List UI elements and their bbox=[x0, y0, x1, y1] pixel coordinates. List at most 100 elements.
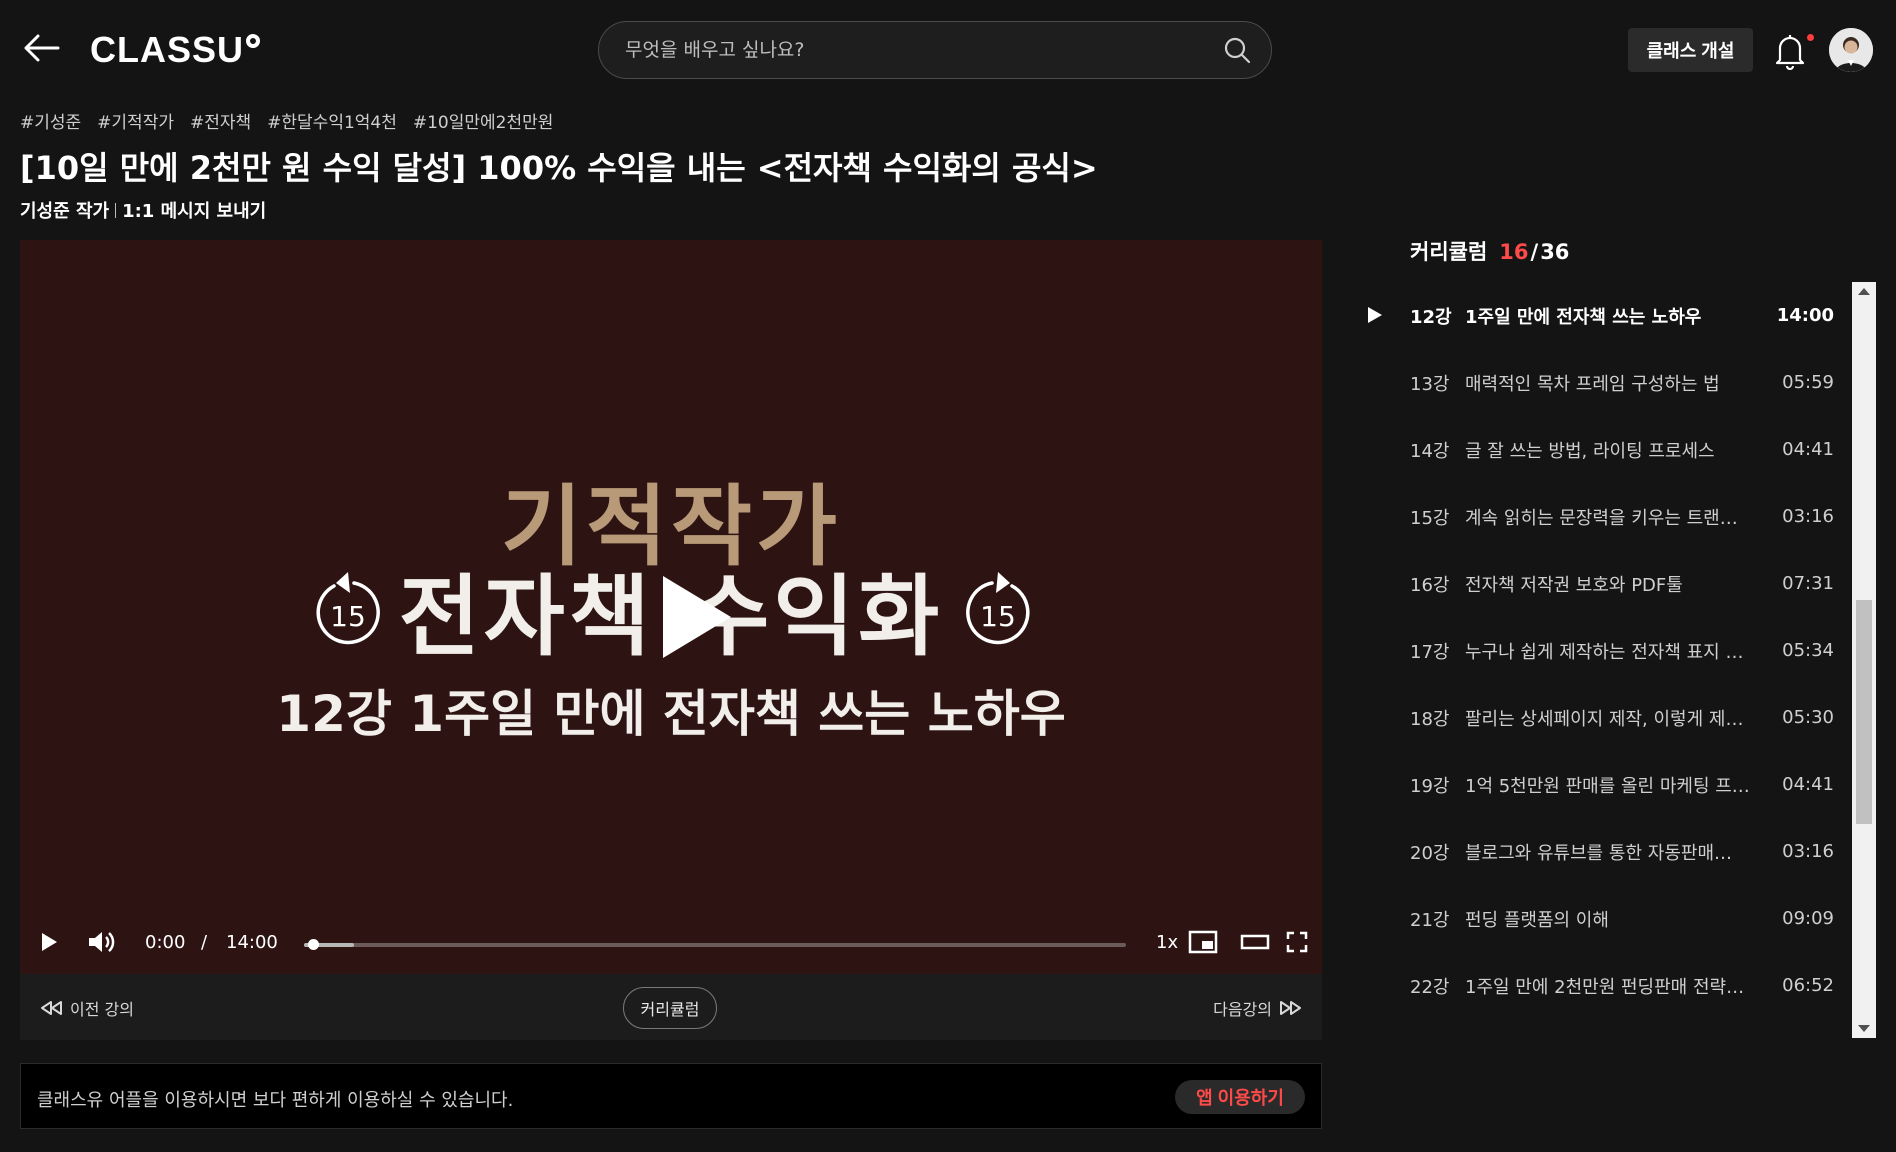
small-play-icon bbox=[42, 933, 57, 951]
user-avatar[interactable] bbox=[1829, 28, 1873, 72]
lecture-number: 12강 bbox=[1410, 306, 1452, 328]
next-lecture-button[interactable]: 다음강의 bbox=[1213, 996, 1302, 1020]
notification-dot bbox=[1807, 34, 1814, 41]
tag[interactable]: #기성준 bbox=[20, 108, 81, 133]
curriculum-current: 16 bbox=[1499, 240, 1529, 264]
lecture-number: 18강 bbox=[1410, 708, 1450, 730]
progress-knob[interactable] bbox=[308, 939, 319, 950]
prev-lecture-button[interactable]: 이전 강의 bbox=[40, 996, 134, 1020]
lecture-number: 13강 bbox=[1410, 373, 1450, 395]
time-separator: / bbox=[201, 932, 208, 953]
forward-seconds: 15 bbox=[980, 600, 1016, 633]
lecture-number: 21강 bbox=[1410, 909, 1450, 931]
lecture-title: 1주일 만에 전자책 쓰는 노하우 bbox=[1465, 306, 1702, 328]
course-tags: #기성준 #기적작가 #전자책 #한달수익1억4천 #10일만에2천만원 bbox=[20, 108, 553, 133]
curriculum-list[interactable]: 12강 1주일 만에 전자책 쓰는 노하우 14:00 13강 매력적인 목차 … bbox=[1356, 282, 1834, 1038]
lecture-item[interactable]: 15강 계속 읽히는 문장력을 키우는 트랜… 03:16 bbox=[1356, 483, 1834, 550]
tag[interactable]: #기적작가 bbox=[97, 108, 174, 133]
curriculum-separator: / bbox=[1530, 240, 1539, 264]
video-controls: 0:00 / 14:00 1x bbox=[20, 912, 1322, 974]
scroll-up-arrow-icon[interactable] bbox=[1858, 288, 1870, 295]
current-time: 0:00 bbox=[145, 932, 186, 953]
curriculum-scrollbar[interactable] bbox=[1852, 282, 1876, 1038]
tag[interactable]: #한달수익1억4천 bbox=[267, 108, 397, 133]
logo-text: CLASSU bbox=[90, 29, 245, 70]
author-name[interactable]: 기성준 작가 bbox=[20, 197, 109, 223]
lecture-title: 누구나 쉽게 제작하는 전자책 표지 … bbox=[1465, 641, 1744, 663]
lecture-item[interactable]: 21강 펀딩 플랫폼의 이해 09:09 bbox=[1356, 885, 1834, 952]
curriculum-button[interactable]: 커리큘럼 bbox=[623, 987, 717, 1029]
volume-button[interactable] bbox=[84, 924, 120, 960]
lecture-duration: 05:34 bbox=[1782, 640, 1834, 661]
lecture-duration: 03:16 bbox=[1782, 841, 1834, 862]
classu-logo[interactable]: CLASSU bbox=[90, 28, 261, 72]
lecture-duration: 03:16 bbox=[1782, 506, 1834, 527]
lecture-item[interactable]: 14강 글 잘 쓰는 방법, 라이팅 프로세스 04:41 bbox=[1356, 416, 1834, 483]
lecture-number: 14강 bbox=[1410, 440, 1450, 462]
lecture-item[interactable]: 18강 팔리는 상세페이지 제작, 이렇게 제… 05:30 bbox=[1356, 684, 1834, 751]
progress-bar[interactable] bbox=[304, 939, 1126, 950]
message-link[interactable]: 1:1 메시지 보내기 bbox=[122, 197, 266, 223]
notification-bell-icon[interactable] bbox=[1770, 30, 1810, 70]
lecture-item[interactable]: 16강 전자책 저작권 보호와 PDF툴 07:31 bbox=[1356, 550, 1834, 617]
big-play-button[interactable] bbox=[655, 572, 735, 662]
use-app-button[interactable]: 앱 이용하기 bbox=[1175, 1080, 1305, 1114]
app-banner: 클래스유 어플을 이용하시면 보다 편하게 이용하실 수 있습니다. 앱 이용하… bbox=[20, 1063, 1322, 1129]
lecture-duration: 07:31 bbox=[1782, 573, 1834, 594]
now-playing-icon bbox=[1368, 307, 1382, 323]
volume-icon bbox=[89, 932, 115, 952]
lecture-item[interactable]: 22강 1주일 만에 2천만원 펀딩판매 전략… 06:52 bbox=[1356, 952, 1834, 1019]
rewind-15-button[interactable]: 15 bbox=[310, 566, 386, 648]
lecture-duration: 04:41 bbox=[1782, 774, 1834, 795]
lecture-item[interactable]: 17강 누구나 쉽게 제작하는 전자책 표지 … 05:34 bbox=[1356, 617, 1834, 684]
lecture-title: 펀딩 플랫폼의 이해 bbox=[1465, 909, 1609, 931]
lecture-title: 1주일 만에 2천만원 펀딩판매 전략… bbox=[1465, 976, 1745, 998]
open-class-button[interactable]: 클래스 개설 bbox=[1628, 28, 1753, 72]
search-icon[interactable] bbox=[1223, 36, 1251, 64]
video-player[interactable]: 기적작가 전자책 수익화 12강 1주일 만에 전자책 쓰는 노하우 15 15 bbox=[20, 240, 1322, 974]
tag[interactable]: #전자책 bbox=[190, 108, 251, 133]
lecture-number: 16강 bbox=[1410, 574, 1450, 596]
duration: 14:00 bbox=[226, 932, 278, 953]
author-row: 기성준 작가 1:1 메시지 보내기 bbox=[20, 197, 266, 223]
lecture-duration: 06:52 bbox=[1782, 975, 1834, 996]
prev-lecture-label: 이전 강의 bbox=[70, 1000, 134, 1019]
forward-icon: 15 bbox=[966, 572, 1030, 645]
lecture-nav-bar: 이전 강의 커리큘럼 다음강의 bbox=[20, 974, 1322, 1040]
divider bbox=[115, 202, 117, 218]
theater-mode-button[interactable] bbox=[1238, 924, 1272, 960]
lecture-duration: 09:09 bbox=[1782, 908, 1834, 929]
lecture-item[interactable]: 20강 블로그와 유튜브를 통한 자동판매… 03:16 bbox=[1356, 818, 1834, 885]
lecture-number: 15강 bbox=[1410, 507, 1450, 529]
lecture-title: 매력적인 목차 프레임 구성하는 법 bbox=[1465, 373, 1720, 395]
scrollbar-thumb[interactable] bbox=[1856, 600, 1872, 824]
lecture-duration: 14:00 bbox=[1776, 305, 1834, 326]
search-input[interactable] bbox=[625, 22, 1185, 78]
curriculum-header: 커리큘럼 16 / 36 bbox=[1410, 236, 1569, 266]
rewind-icon: 15 bbox=[316, 572, 380, 645]
lecture-item[interactable]: 19강 1억 5천만원 판매를 올린 마케팅 프… 04:41 bbox=[1356, 751, 1834, 818]
scroll-down-arrow-icon[interactable] bbox=[1858, 1025, 1870, 1032]
lecture-title: 1억 5천만원 판매를 올린 마케팅 프… bbox=[1465, 775, 1750, 797]
search-bar[interactable] bbox=[598, 21, 1272, 79]
double-arrow-right-icon bbox=[1280, 1001, 1301, 1015]
video-title-line3: 12강 1주일 만에 전자책 쓰는 노하우 bbox=[276, 685, 1066, 743]
curriculum-title: 커리큘럼 bbox=[1410, 240, 1488, 264]
lecture-item[interactable]: 12강 1주일 만에 전자책 쓰는 노하우 14:00 bbox=[1356, 282, 1834, 349]
fullscreen-button[interactable] bbox=[1282, 924, 1312, 960]
lecture-title: 계속 읽히는 문장력을 키우는 트랜… bbox=[1465, 507, 1738, 529]
lecture-title: 글 잘 쓰는 방법, 라이팅 프로세스 bbox=[1465, 440, 1715, 462]
play-pause-button[interactable] bbox=[34, 924, 64, 960]
lecture-number: 17강 bbox=[1410, 641, 1450, 663]
back-arrow-icon[interactable] bbox=[22, 28, 62, 68]
app-banner-text: 클래스유 어플을 이용하시면 보다 편하게 이용하실 수 있습니다. bbox=[37, 1090, 514, 1111]
rewind-seconds: 15 bbox=[330, 600, 366, 633]
forward-15-button[interactable]: 15 bbox=[960, 566, 1036, 648]
next-lecture-label: 다음강의 bbox=[1213, 1000, 1272, 1019]
lecture-item[interactable]: 13강 매력적인 목차 프레임 구성하는 법 05:59 bbox=[1356, 349, 1834, 416]
lecture-number: 19강 bbox=[1410, 775, 1450, 797]
playback-speed-button[interactable]: 1x bbox=[1156, 932, 1178, 953]
lecture-title: 블로그와 유튜브를 통한 자동판매… bbox=[1465, 842, 1733, 864]
tag[interactable]: #10일만에2천만원 bbox=[413, 108, 554, 133]
picture-in-picture-button[interactable] bbox=[1186, 924, 1220, 960]
